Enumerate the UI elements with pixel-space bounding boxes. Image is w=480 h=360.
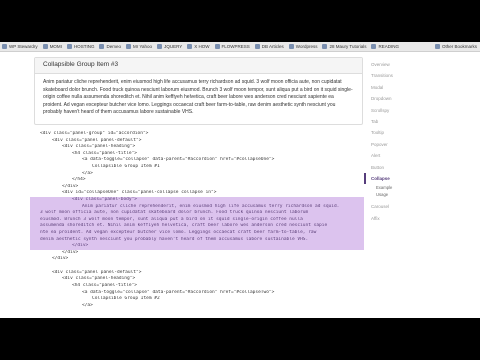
panel-title[interactable]: Collapsible Group Item #3 <box>43 60 362 70</box>
bookmark-item[interactable]: DB Articles <box>254 44 284 49</box>
page-content: Collapsible Group Item #3 Anim pariatur … <box>0 53 480 318</box>
sidenav-item-button[interactable]: Button <box>364 162 480 173</box>
sidenav-item-scrollspy[interactable]: Scrollspy <box>364 105 480 116</box>
bookmark-favicon-icon <box>125 44 131 49</box>
bookmark-item[interactable]: JQUERY <box>157 44 182 49</box>
sidenav-item-carousel[interactable]: Carousel <box>364 201 480 212</box>
code-line[interactable]: <div class="panel-group" id="accordion"> <box>30 131 364 138</box>
bookmark-favicon-icon <box>157 44 163 49</box>
bookmark-item[interactable]: WP Stewardry <box>2 44 38 49</box>
sidenav-item-modal[interactable]: Modal <box>364 82 480 93</box>
sidenav-item-overview[interactable]: Overview <box>364 59 480 70</box>
sidenav-subitem-usage[interactable]: Usage <box>364 191 480 198</box>
code-line[interactable]: </div> <box>30 250 364 257</box>
bookmark-label: MOMI <box>49 44 62 49</box>
folder-icon <box>434 44 440 49</box>
sidenav-item-alert[interactable]: Alert <box>364 150 480 161</box>
code-line[interactable]: </div> <box>30 184 364 191</box>
sidenav-item-tab[interactable]: Tab <box>364 116 480 127</box>
bookmarks-bar: WP Stewardry MOMI HOSTING Demeo Mr Yahoo JQUE… <box>0 42 480 52</box>
sidenav-item-transitions[interactable]: Transitions <box>364 70 480 81</box>
bookmark-label: JQUERY <box>164 44 183 49</box>
browser-viewport: WP Stewardry MOMI HOSTING Demeo Mr Yahoo JQUE… <box>0 42 480 318</box>
sidenav-item-collapse[interactable]: Collapse <box>364 172 480 185</box>
bookmark-favicon-icon <box>66 44 72 49</box>
bookmark-label: WP Stewardry <box>9 44 38 49</box>
code-line[interactable]: <h4 class="panel-title"> <box>30 283 364 290</box>
bookmark-label: Mr Yahoo <box>132 44 153 49</box>
bookmark-favicon-icon <box>42 44 48 49</box>
code-spacer <box>30 263 364 270</box>
code-line[interactable]: <a data-toggle="collapse" data-parent="#… <box>30 290 364 297</box>
bookmark-label: READING <box>378 44 399 49</box>
code-line[interactable]: <div class="panel-heading"> <box>30 144 364 151</box>
code-line[interactable]: Collapsible Group Item #1 <box>30 164 364 171</box>
bookmark-item[interactable]: HOSTING <box>66 44 95 49</box>
bookmark-item[interactable]: MOMI <box>42 44 62 49</box>
sidenav-item-popover[interactable]: Popover <box>364 139 480 150</box>
code-line[interactable]: <div class="panel panel-default"> <box>30 270 364 277</box>
bookmark-item[interactable]: 28 Maury Tutorials <box>322 44 366 49</box>
bookmark-favicon-icon <box>371 44 377 49</box>
bookmark-item[interactable]: FLOWPRESS <box>214 44 250 49</box>
panel-heading[interactable]: Collapsible Group Item #3 <box>35 58 362 74</box>
panel-body: Anim pariatur cliche reprehenderit, enim… <box>43 79 353 116</box>
code-line[interactable]: <h4 class="panel-title"> <box>30 151 364 158</box>
code-line[interactable]: </a> <box>30 303 364 310</box>
bookmark-label: HOSTING <box>73 44 95 49</box>
bookmark-label: DB Articles <box>261 44 284 49</box>
bookmark-favicon-icon <box>214 44 220 49</box>
sidenav-item-tooltip[interactable]: Tooltip <box>364 127 480 138</box>
bookmark-item[interactable]: Demeo <box>99 44 121 49</box>
bookmark-label: Demeo <box>106 44 121 49</box>
bookmark-label: FLOWPRESS <box>221 44 250 49</box>
docs-sidenav: Overview Transitions Modal Dropdown Scrollsp… <box>364 53 480 318</box>
bookmark-favicon-icon <box>254 44 260 49</box>
code-line[interactable]: </div> <box>30 256 364 263</box>
bookmark-item[interactable]: READING <box>371 44 399 49</box>
bookmark-favicon-icon <box>187 44 193 49</box>
sidenav-item-affix[interactable]: Affix <box>364 213 480 224</box>
bookmark-item[interactable]: Mr Yahoo <box>125 44 153 49</box>
bookmark-item[interactable]: Wordpress <box>288 44 318 49</box>
code-line-selected[interactable]: assumenda shoreditch et. Nihil anim keff… <box>30 223 364 230</box>
code-line-selected[interactable]: eiusmod. Brunch 3 wolf moon tempor, sunt… <box>30 216 364 224</box>
bookmark-favicon-icon <box>99 44 105 49</box>
code-line[interactable]: <div class="panel panel-default"> <box>30 138 364 145</box>
code-line[interactable]: Collapsible Group Item #2 <box>30 296 364 303</box>
code-block: <div class="panel-group" id="accordion">… <box>30 131 364 318</box>
bookmark-label: Wordpress <box>295 44 318 49</box>
sidenav-subitem-example[interactable]: Example <box>364 184 480 191</box>
code-line[interactable]: <div id="collapseOne" class="panel-colla… <box>30 190 364 197</box>
bookmark-favicon-icon <box>288 44 294 49</box>
bookmark-label: 28 Maury Tutorials <box>329 44 367 49</box>
code-line[interactable]: <a data-toggle="collapse" data-parent="#… <box>30 157 364 164</box>
bookmark-favicon-icon <box>2 44 7 49</box>
code-line-selected[interactable]: <div class="panel-body"> <box>30 196 364 204</box>
bookmark-label: X HOW <box>194 44 210 49</box>
docs-main: Collapsible Group Item #3 Anim pariatur … <box>26 53 364 318</box>
code-line[interactable]: </h4> <box>30 177 364 184</box>
code-line-selected[interactable]: Anim pariatur cliche reprehenderit, enim… <box>30 203 364 211</box>
bookmark-favicon-icon <box>322 44 328 49</box>
code-line-selected[interactable]: nte ea proident. Ad vegan excepteur butc… <box>30 229 364 237</box>
code-line[interactable]: <div class="panel-heading"> <box>30 276 364 283</box>
code-line-selected[interactable]: denim aesthetic synth nesciunt you proba… <box>30 236 364 244</box>
code-line[interactable]: </a> <box>30 171 364 178</box>
code-line-selected[interactable]: 3 wolf moon officia aute, non cupidatat … <box>30 210 364 217</box>
other-bookmarks[interactable]: Other Bookmarks <box>434 44 477 49</box>
bookmark-item[interactable]: X HOW <box>187 44 210 49</box>
sidenav-item-dropdown[interactable]: Dropdown <box>364 93 480 104</box>
panel-example: Collapsible Group Item #3 Anim pariatur … <box>34 57 363 125</box>
code-line-selected[interactable]: </div> <box>30 243 364 250</box>
